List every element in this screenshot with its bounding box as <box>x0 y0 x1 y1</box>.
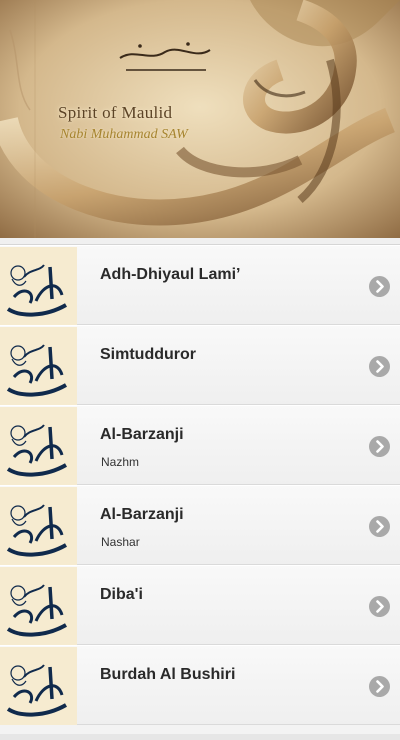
item-title: Adh-Dhiyaul Lami’ <box>100 266 241 283</box>
item-title: Burdah Al Bushiri <box>100 666 236 683</box>
calligraphy-thumbnail-icon <box>0 567 77 645</box>
chevron-right-icon[interactable] <box>369 436 390 457</box>
list-item[interactable]: Al-Barzanji Nazhm <box>0 405 400 485</box>
item-title: Al-Barzanji <box>100 426 184 443</box>
calligraphy-thumbnail-icon <box>0 327 77 405</box>
list-item[interactable]: Diba'i <box>0 565 400 645</box>
chevron-right-icon[interactable] <box>369 676 390 697</box>
header-banner: Spirit of Maulid Nabi Muhammad SAW <box>0 0 400 238</box>
calligraphy-thumbnail-icon <box>0 407 77 485</box>
calligraphy-thumbnail-icon <box>0 487 77 565</box>
list-item[interactable]: Al-Barzanji Nashar <box>0 485 400 565</box>
banner-title: Spirit of Maulid <box>58 103 173 122</box>
banner-subtitle: Nabi Muhammad SAW <box>60 127 188 142</box>
list-item[interactable]: Simtudduror <box>0 325 400 405</box>
item-subtitle: Nazhm <box>101 455 140 469</box>
chevron-right-icon[interactable] <box>369 276 390 297</box>
list-item[interactable]: Burdah Al Bushiri <box>0 645 400 725</box>
list-item[interactable]: Adh-Dhiyaul Lami’ <box>0 245 400 325</box>
chevron-right-icon[interactable] <box>369 516 390 537</box>
maulid-list: Adh-Dhiyaul Lami’ Simtudduror Al-Barzanj… <box>0 244 400 737</box>
item-subtitle: Nashar <box>101 535 140 549</box>
item-title: Diba'i <box>100 586 143 603</box>
item-title: Simtudduror <box>100 346 196 363</box>
list-bottom-edge <box>0 734 400 740</box>
calligraphy-thumbnail-icon <box>0 647 77 725</box>
chevron-right-icon[interactable] <box>369 596 390 617</box>
chevron-right-icon[interactable] <box>369 356 390 377</box>
calligraphy-thumbnail-icon <box>0 247 77 325</box>
item-title: Al-Barzanji <box>100 506 184 523</box>
